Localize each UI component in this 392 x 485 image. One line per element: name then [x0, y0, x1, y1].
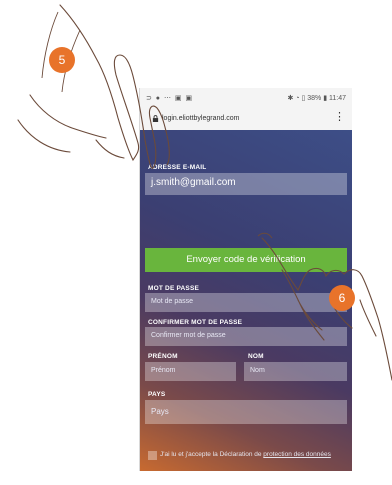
step-callout-5: 5 [49, 47, 75, 73]
step-callout-6: 6 [329, 285, 355, 311]
upper-hand-icon [17, 4, 170, 169]
lower-hand-icon [261, 237, 392, 381]
